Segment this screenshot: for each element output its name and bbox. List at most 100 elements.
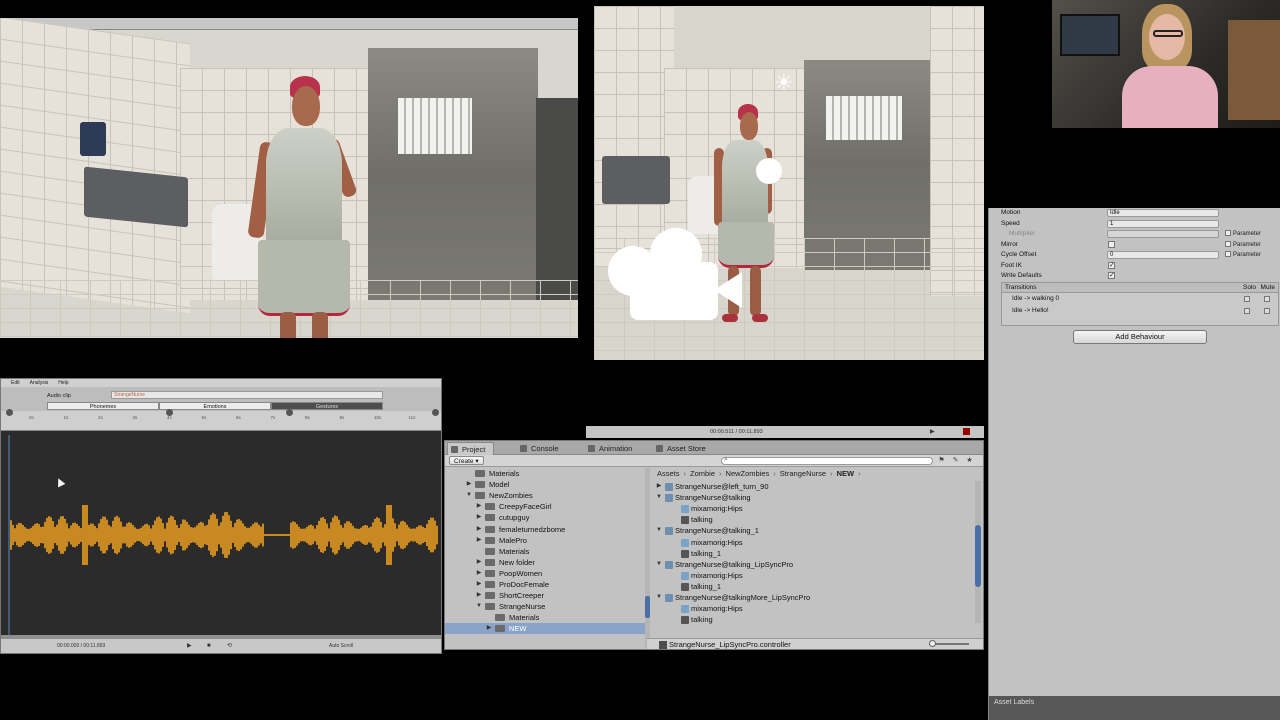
scene-view[interactable]: ☀: [594, 6, 984, 360]
breadcrumb-item[interactable]: StrangeNurse: [780, 469, 826, 478]
folder-tree-item[interactable]: ▶ New folder: [445, 557, 647, 568]
parameter-checkbox[interactable]: [1225, 230, 1231, 237]
breadcrumb-item[interactable]: Zombie: [690, 469, 715, 478]
timeline-marker-icon[interactable]: [286, 409, 293, 416]
light-gizmo-icon[interactable]: ☀: [774, 72, 794, 94]
selected-asset-name[interactable]: StrangeNurse_LipSyncPro.controller: [669, 639, 791, 650]
parameter-toggle[interactable]: Parameter: [1225, 229, 1261, 239]
inspector-field[interactable]: 1: [1107, 219, 1219, 228]
inspector-field[interactable]: [1107, 230, 1219, 238]
nurse-character[interactable]: [236, 76, 358, 338]
expanded-arrow-icon[interactable]: ▼: [655, 525, 663, 536]
asset-name: talking: [691, 515, 713, 525]
favorite-star-icon[interactable]: ★: [965, 456, 974, 465]
folder-tree-item[interactable]: Materials: [445, 468, 647, 479]
inspector-checkbox[interactable]: [1108, 240, 1115, 248]
parameter-checkbox[interactable]: [1225, 240, 1231, 247]
inspector-field[interactable]: Idle: [1107, 209, 1219, 217]
folder-tree-item[interactable]: ▶ femaleturnedzbome: [445, 524, 647, 535]
audio-menu-help[interactable]: Help: [58, 380, 68, 386]
folder-tree-item[interactable]: ▶ cutupguy: [445, 512, 647, 523]
collapsed-arrow-icon[interactable]: ▶: [475, 590, 483, 601]
parameter-toggle[interactable]: Parameter: [1225, 250, 1261, 260]
expanded-arrow-icon[interactable]: ▼: [655, 492, 663, 503]
folder-tree-item[interactable]: ▼ StrangeNurse: [445, 601, 647, 612]
timeline-marker-icon[interactable]: [166, 409, 173, 416]
collapsed-arrow-icon[interactable]: ▶: [475, 535, 483, 546]
expanded-arrow-icon[interactable]: ▼: [655, 559, 663, 570]
play-icon[interactable]: ▶: [187, 639, 192, 653]
waveform[interactable]: [1, 435, 441, 635]
collapsed-arrow-icon[interactable]: ▶: [475, 557, 483, 568]
timeline-ruler[interactable]: 0s 1s 2s 3s 4s 5s 6s 7s 8s 9s 10s 11s: [1, 409, 441, 431]
mute-checkbox[interactable]: [1264, 308, 1270, 314]
folder-tree-item[interactable]: ▶ Model: [445, 479, 647, 490]
collapsed-arrow-icon[interactable]: ▶: [485, 623, 493, 634]
collapsed-arrow-icon[interactable]: ▶: [475, 579, 483, 590]
auto-scroll-toggle[interactable]: Auto Scroll: [329, 639, 353, 653]
collapsed-arrow-icon[interactable]: ▶: [475, 501, 483, 512]
project-search-input[interactable]: ⌕: [721, 456, 933, 465]
add-behaviour-button[interactable]: Add Behaviour: [1073, 330, 1207, 344]
mute-checkbox[interactable]: [1264, 296, 1270, 302]
folder-tree-scrollbar[interactable]: [645, 468, 650, 648]
expanded-arrow-icon[interactable]: ▼: [465, 490, 473, 501]
tab-console[interactable]: Console: [517, 442, 567, 455]
folder-tree-item[interactable]: ▶ NEW: [445, 623, 647, 635]
collapsed-arrow-icon[interactable]: ▶: [655, 481, 663, 492]
solo-checkbox[interactable]: [1244, 296, 1250, 302]
asset-list-scrollbar[interactable]: [975, 481, 981, 623]
audio-clip-field[interactable]: StrangeNurse: [111, 391, 383, 399]
timeline-marker-icon[interactable]: [6, 409, 13, 416]
tab-project[interactable]: Project: [447, 442, 495, 455]
folder-tree-item[interactable]: Materials: [445, 546, 647, 557]
audio-tab-phonemes[interactable]: Phonemes: [47, 402, 159, 410]
audio-menu-edit[interactable]: Edit: [11, 380, 20, 386]
breadcrumb-item[interactable]: NEW: [837, 469, 855, 478]
breadcrumb-item[interactable]: Assets: [657, 469, 680, 478]
stop-icon[interactable]: ■: [207, 639, 211, 653]
audio-source-gizmo-icon[interactable]: [756, 158, 782, 184]
folder-tree-item[interactable]: ▶ ProDocFemale: [445, 579, 647, 590]
collapsed-arrow-icon[interactable]: ▶: [465, 479, 473, 490]
loop-icon[interactable]: ⟲: [227, 639, 232, 653]
create-dropdown-button[interactable]: Create ▾: [449, 456, 484, 465]
collapsed-arrow-icon[interactable]: ▶: [475, 524, 483, 535]
expanded-arrow-icon[interactable]: ▼: [655, 592, 663, 603]
breadcrumb-item[interactable]: NewZombies: [726, 469, 770, 478]
webcam-overlay: [1052, 0, 1280, 128]
transition-row[interactable]: Idle -> walking 0: [1002, 293, 1278, 305]
folder-tree-item[interactable]: ▼ NewZombies: [445, 490, 647, 501]
game-view[interactable]: [0, 18, 578, 338]
folder-tree-item[interactable]: ▶ CreepyFaceGirl: [445, 501, 647, 512]
filter-type-icon[interactable]: ⚑: [937, 456, 946, 465]
folder-icon: [485, 536, 495, 544]
record-icon[interactable]: [963, 428, 970, 435]
filter-label-icon[interactable]: ✎: [951, 456, 960, 465]
collapsed-arrow-icon[interactable]: ▶: [475, 512, 483, 523]
tab-animation[interactable]: Animation: [585, 442, 640, 455]
expanded-arrow-icon[interactable]: ▼: [475, 601, 483, 612]
parameter-toggle[interactable]: Parameter: [1225, 240, 1261, 250]
inspector-checkbox[interactable]: ✓: [1108, 272, 1115, 279]
tab-label: Asset Store: [667, 444, 706, 453]
collapsed-arrow-icon[interactable]: ▶: [475, 568, 483, 579]
folder-icon: [485, 569, 495, 577]
inspector-field[interactable]: 0: [1107, 251, 1219, 259]
folder-tree-item[interactable]: ▶ ShortCreeper: [445, 590, 647, 601]
transition-row[interactable]: Idle -> Hello!: [1002, 305, 1278, 317]
tab-asset-store[interactable]: Asset Store: [653, 442, 714, 455]
camera-gizmo-icon[interactable]: [608, 228, 743, 324]
folder-tree-item[interactable]: Materials: [445, 612, 647, 623]
ruler-tick: 6s: [236, 415, 241, 420]
timeline-marker-icon[interactable]: [432, 409, 439, 416]
parameter-checkbox[interactable]: [1225, 251, 1231, 258]
solo-checkbox[interactable]: [1244, 308, 1250, 314]
animation-play-icon[interactable]: ▶: [930, 426, 935, 438]
audio-menu-analysis[interactable]: Analysis: [30, 380, 49, 386]
folder-tree-item[interactable]: ▶ PoopWomen: [445, 568, 647, 579]
icon-size-slider[interactable]: [929, 640, 969, 647]
audio-tab-emotions[interactable]: Emotions: [159, 402, 271, 410]
inspector-checkbox[interactable]: ✓: [1108, 261, 1115, 269]
folder-tree-item[interactable]: ▶ MalePro: [445, 535, 647, 546]
